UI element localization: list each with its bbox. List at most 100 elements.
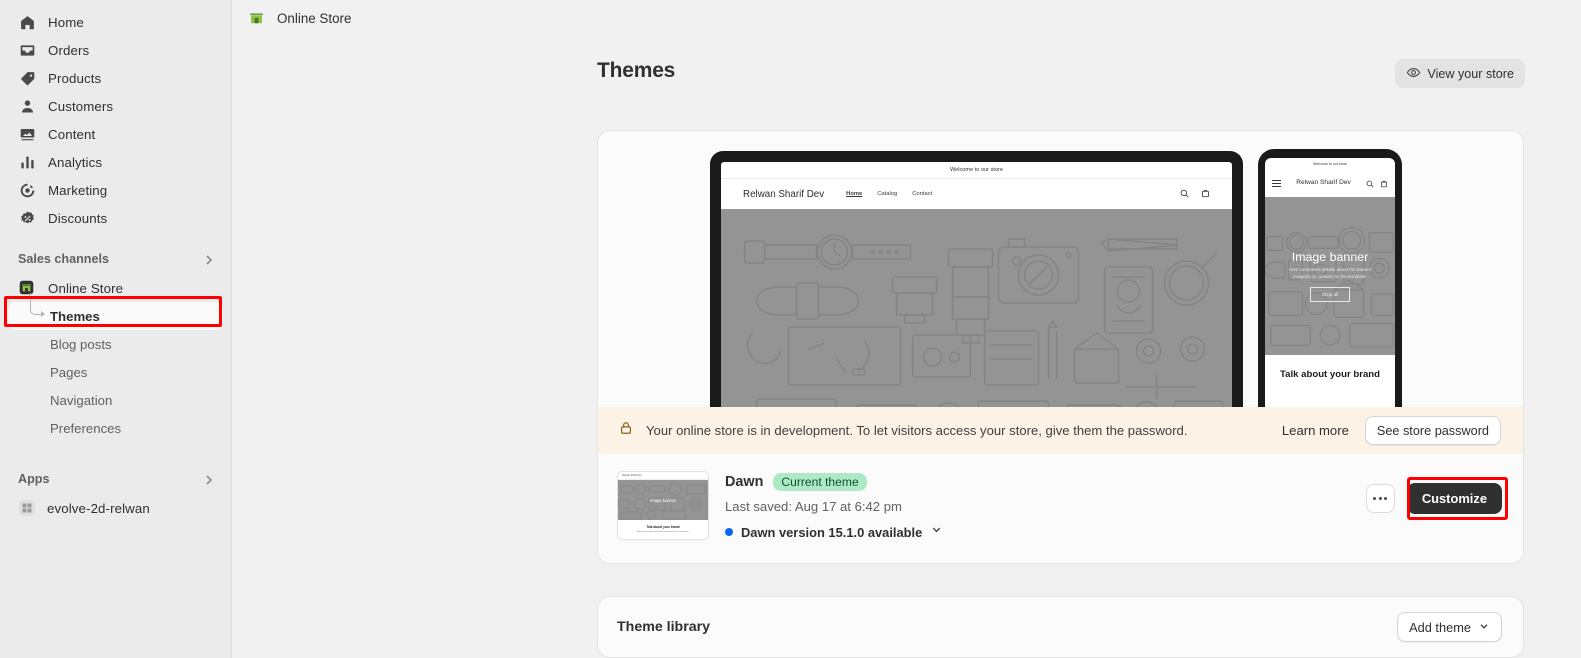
thumbnail-brand-sub: Share information about your brand with … [624, 531, 702, 534]
mobile-hero-subtitle: Give customers details about the banner … [1282, 267, 1378, 281]
sidebar-item-marketing[interactable]: Marketing [8, 176, 223, 204]
sidebar-item-label: Content [48, 127, 95, 142]
learn-more-link[interactable]: Learn more [1282, 423, 1349, 438]
sidebar-item-label: Customers [48, 99, 113, 114]
customize-button[interactable]: Customize [1407, 483, 1502, 514]
desktop-store-nav: Home Catalog Contact [846, 191, 932, 197]
discounts-badge-icon [18, 209, 36, 227]
thumbnail-store-name: Relwan Sharif Dev [622, 474, 642, 477]
view-your-store-button[interactable]: View your store [1395, 59, 1525, 88]
view-your-store-label: View your store [1427, 67, 1514, 81]
mobile-store-name: Relwan Sharif Dev [1281, 179, 1366, 187]
mobile-brand-section: Talk about your brand [1265, 355, 1395, 381]
sidebar-item-themes[interactable]: Themes [8, 302, 223, 330]
sidebar-item-pages[interactable]: Pages [8, 358, 223, 386]
sidebar-subitem-label: Pages [50, 365, 87, 380]
status-badge: Current theme [773, 473, 866, 491]
desktop-header-icons [1180, 185, 1210, 203]
sidebar-section-apps[interactable]: Apps [8, 466, 223, 492]
sidebar-item-online-store[interactable]: Online Store [8, 274, 223, 302]
current-theme-card: Welcome to our store Relwan Sharif Dev H… [597, 130, 1524, 564]
nav-link-catalog[interactable]: Catalog [877, 191, 897, 197]
mobile-preview[interactable]: Welcome to our store Relwan Sharif Dev [1258, 149, 1402, 407]
desktop-hero-placeholder [721, 209, 1232, 407]
desktop-screen: Welcome to our store Relwan Sharif Dev H… [721, 162, 1232, 407]
app-tile-icon [19, 500, 35, 516]
sidebar-item-label: Home [48, 15, 84, 30]
eye-icon [1406, 65, 1421, 83]
theme-name-row: Dawn Current theme [725, 473, 1350, 491]
nav-link-contact[interactable]: Contact [912, 191, 932, 197]
mobile-hero-shop-all-button[interactable]: Shop all [1310, 287, 1351, 302]
page-header: Themes View your store [232, 37, 1581, 88]
add-theme-label: Add theme [1409, 620, 1471, 635]
topbar-title: Online Store [277, 11, 351, 26]
marketing-target-icon [18, 181, 36, 199]
content-image-icon [18, 125, 36, 143]
orders-icon [18, 41, 36, 59]
main-content: Online Store Themes View your store Welc… [232, 0, 1581, 658]
sidebar: Home Orders Products Customers Content [0, 0, 232, 658]
theme-last-saved: Last saved: Aug 17 at 6:42 pm [725, 499, 1350, 514]
cart-icon[interactable] [1380, 175, 1388, 193]
sidebar-item-orders[interactable]: Orders [8, 36, 223, 64]
desktop-store-header: Relwan Sharif Dev Home Catalog Contact [721, 179, 1232, 209]
topbar: Online Store [232, 0, 1581, 37]
add-theme-button[interactable]: Add theme [1397, 612, 1502, 642]
hamburger-menu-icon[interactable] [1272, 180, 1281, 188]
sidebar-item-products[interactable]: Products [8, 64, 223, 92]
theme-thumbnail: Relwan Sharif Dev [617, 471, 709, 540]
sidebar-item-label: Marketing [48, 183, 107, 198]
online-store-logo-icon [246, 8, 267, 29]
more-actions-button[interactable] [1366, 484, 1395, 513]
search-icon[interactable] [1366, 175, 1374, 193]
update-available-dot-icon [725, 528, 733, 536]
sidebar-item-label: Analytics [48, 155, 102, 170]
development-banner-message: Your online store is in development. To … [646, 423, 1187, 438]
sidebar-item-label: evolve-2d-relwan [47, 501, 150, 516]
sidebar-item-discounts[interactable]: Discounts [8, 204, 223, 232]
desktop-preview[interactable]: Welcome to our store Relwan Sharif Dev H… [710, 151, 1243, 407]
nav-link-home[interactable]: Home [846, 191, 862, 197]
chevron-down-icon [1478, 620, 1490, 635]
sidebar-item-navigation[interactable]: Navigation [8, 386, 223, 414]
theme-info: Dawn Current theme Last saved: Aug 17 at… [725, 471, 1350, 541]
products-tag-icon [18, 69, 36, 87]
theme-name: Dawn [725, 474, 763, 490]
lock-icon [618, 420, 634, 441]
see-store-password-button[interactable]: See store password [1365, 416, 1501, 445]
sidebar-item-customers[interactable]: Customers [8, 92, 223, 120]
mobile-brand-heading: Talk about your brand [1275, 369, 1385, 381]
sidebar-item-content[interactable]: Content [8, 120, 223, 148]
sidebar-item-app-evolve-2d-relwan[interactable]: evolve-2d-relwan [8, 494, 223, 522]
chevron-down-icon[interactable] [930, 523, 943, 541]
mobile-screen: Welcome to our store Relwan Sharif Dev [1265, 158, 1395, 407]
cart-icon[interactable] [1201, 185, 1210, 203]
search-icon[interactable] [1180, 185, 1189, 203]
mobile-announcement-bar: Welcome to our store [1265, 158, 1395, 170]
development-banner-actions: Learn more See store password [1282, 416, 1501, 445]
sidebar-item-blog-posts[interactable]: Blog posts [8, 330, 223, 358]
theme-version-update-row[interactable]: Dawn version 15.1.0 available [725, 523, 1350, 541]
sidebar-item-home[interactable]: Home [8, 8, 223, 36]
sidebar-item-analytics[interactable]: Analytics [8, 148, 223, 176]
home-icon [18, 13, 36, 31]
sidebar-item-preferences[interactable]: Preferences [8, 414, 223, 442]
sales-channels-label: Sales channels [18, 252, 109, 266]
chevron-right-icon [203, 253, 215, 265]
theme-version-notice: Dawn version 15.1.0 available [741, 525, 922, 540]
sidebar-item-label: Orders [48, 43, 89, 58]
mobile-header-icons [1366, 175, 1388, 193]
page-title: Themes [597, 59, 675, 83]
shopify-admin: Home Orders Products Customers Content [0, 0, 1581, 658]
sidebar-section-sales-channels[interactable]: Sales channels [8, 246, 223, 272]
mobile-store-header: Relwan Sharif Dev [1265, 170, 1395, 197]
thumbnail-hero-title: Image banner [650, 498, 676, 503]
development-store-banner: Your online store is in development. To … [598, 407, 1523, 454]
customers-person-icon [18, 97, 36, 115]
sidebar-subitem-label: Navigation [50, 393, 112, 408]
desktop-announcement-bar: Welcome to our store [721, 162, 1232, 179]
placeholder-artwork-icon [721, 209, 1232, 407]
mobile-hero-title: Image banner [1292, 250, 1368, 264]
apps-label: Apps [18, 472, 49, 486]
